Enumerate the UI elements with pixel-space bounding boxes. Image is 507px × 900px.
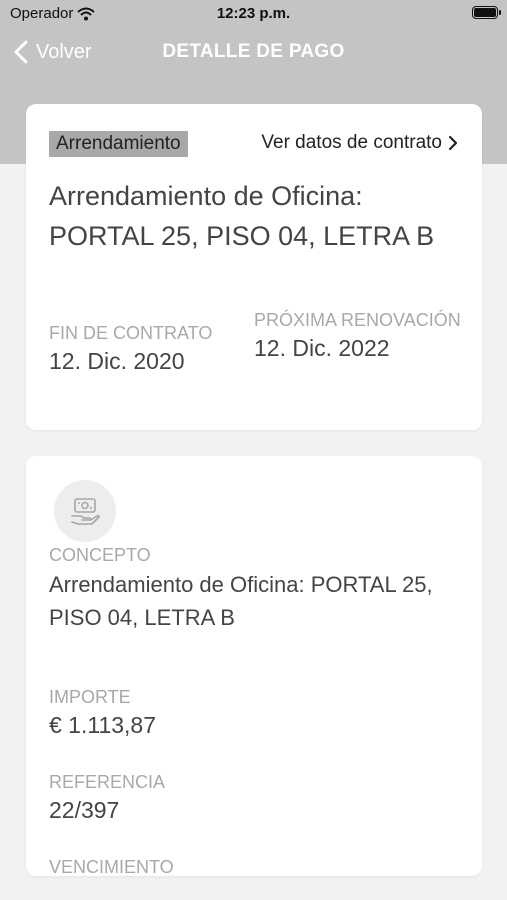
contract-type-badge: Arrendamiento [49, 131, 188, 157]
renewal-label: PRÓXIMA RENOVACIÓN [254, 310, 461, 330]
page-title: DETALLE DE PAGO [162, 41, 345, 62]
contract-end-label: FIN DE CONTRATO [49, 323, 213, 343]
due-date-label: VENCIMIENTO [49, 857, 174, 876]
payment-card: CONCEPTO Arrendamiento de Oficina: PORTA… [26, 456, 482, 876]
reference-label: REFERENCIA [49, 772, 166, 792]
amount-field: IMPORTE € 1.113,87 [49, 684, 459, 740]
battery-icon [472, 6, 501, 19]
due-date-field: VENCIMIENTO [49, 854, 459, 876]
concept-field: CONCEPTO Arrendamiento de Oficina: PORTA… [49, 542, 459, 634]
concept-label: CONCEPTO [49, 545, 151, 565]
contract-end-value: 12. Dic. 2020 [49, 348, 185, 374]
contract-card: Arrendamiento Ver datos de contrato Arre… [26, 104, 482, 430]
contract-title: Arrendamiento de Oficina: PORTAL 25, PIS… [49, 181, 435, 251]
amount-value: € 1.113,87 [49, 712, 157, 738]
view-contract-label: Ver datos de contrato [261, 132, 442, 153]
contract-end-field: FIN DE CONTRATO 12. Dic. 2020 [49, 320, 212, 376]
status-bar: Operador 12:23 p.m. [0, 0, 507, 28]
navigation-bar: Volver DETALLE DE PAGO [0, 28, 507, 81]
chevron-right-icon [448, 135, 458, 151]
concept-value: Arrendamiento de Oficina: PORTAL 25, PIS… [49, 572, 433, 630]
renewal-value: 12. Dic. 2022 [254, 335, 390, 361]
view-contract-link[interactable]: Ver datos de contrato [261, 132, 458, 154]
reference-value: 22/397 [49, 797, 120, 823]
reference-field: REFERENCIA 22/397 [49, 769, 459, 825]
payment-hand-icon [54, 480, 116, 542]
status-time: 12:23 p.m. [216, 5, 291, 22]
amount-label: IMPORTE [49, 687, 131, 707]
renewal-field: PRÓXIMA RENOVACIÓN 12. Dic. 2022 [254, 307, 464, 363]
